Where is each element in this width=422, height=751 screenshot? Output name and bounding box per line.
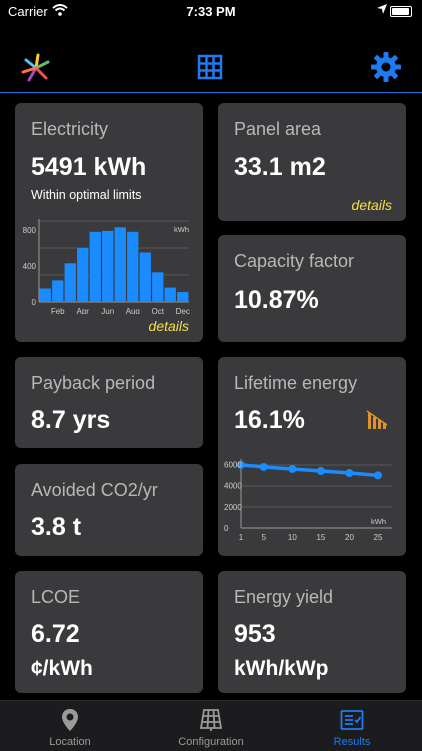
energy-yield-unit: kWh/kWp [234,657,329,680]
y-tick-label: 6000 [224,460,242,469]
grid-table-icon[interactable] [197,54,223,80]
lcoe-value: 6.72 [31,620,80,648]
energy-yield-value: 953 [234,620,276,648]
tab-configuration[interactable]: Configuration [141,701,281,751]
map-pin-icon [58,708,82,732]
lifetime-energy-value: 16.1% [234,406,305,434]
electricity-subtitle: Within optimal limits [31,188,142,202]
avoided-co2-title: Avoided CO2/yr [31,480,158,500]
x-tick-label: Aug [126,307,140,314]
energy-yield-card[interactable]: Energy yield 953 kWh/kWp [218,571,406,693]
data-point-25 [374,471,382,480]
tab-location-label: Location [49,736,91,748]
bar-aug [127,231,139,302]
avoided-co2-card[interactable]: Avoided CO2/yr 3.8 t [15,464,203,556]
x-tick-label: Dec [176,307,190,314]
lifetime-energy-line-chart: 02000400060001 5 10 15 20 25kWh [224,459,392,542]
payback-value: 8.7 yrs [31,406,111,434]
bar-oct [152,272,164,302]
capacity-factor-value: 10.87% [234,286,319,314]
bar-nov [164,287,176,302]
bar-dec [177,292,189,302]
y-tick-label: 4000 [224,482,242,491]
energy-yield-title: Energy yield [234,587,334,607]
tab-location[interactable]: Location [0,701,140,751]
y-tick-label: 800 [23,226,37,235]
avoided-co2-value: 3.8 t [31,513,82,541]
data-point-15 [316,466,325,475]
x-tick-label: Apr [77,307,90,314]
x-tick-label: Oct [152,307,165,314]
electricity-card[interactable]: Electricity 5491 kWh Within optimal limi… [15,103,203,342]
electricity-title: Electricity [31,119,109,139]
x-axis-unit-label: kWh [371,517,386,526]
tab-configuration-label: Configuration [178,736,244,748]
y-tick-label: 0 [224,524,229,533]
lcoe-unit: ¢/kWh [31,657,93,680]
lifetime-energy-card[interactable]: Lifetime energy 16.1% 0 2000 4000 6000 1 5 10 1… [218,357,406,556]
y-tick-label: 2000 [224,503,242,512]
sun-logo-icon[interactable] [20,52,52,84]
bar-may [89,231,101,302]
x-tick-label: 5 [262,533,267,542]
capacity-factor-card[interactable]: Capacity factor 10.87% [218,235,406,342]
x-tick-label: 10 [288,533,297,542]
bar-sep [139,252,151,302]
solar-panel-icon [199,708,223,732]
tab-bar: Location Configuration Results [0,700,422,751]
panel-area-details-link[interactable]: details [352,197,392,213]
nav-bar [0,44,422,93]
payback-card[interactable]: Payback period 8.7 yrs [15,357,203,448]
panel-area-value: 33.1 m2 [234,153,326,181]
data-point-20 [345,469,354,478]
panel-area-title: Panel area [234,119,322,139]
electricity-details-link[interactable]: details [149,318,189,334]
x-tick-label: 20 [345,533,354,542]
lifetime-energy-title: Lifetime energy [234,373,358,393]
electricity-value: 5491 kWh [31,153,147,181]
location-arrow-icon [376,3,388,18]
data-point-5 [259,462,268,471]
bar-mar [64,263,76,302]
capacity-factor-title: Capacity factor [234,251,355,271]
panel-area-card[interactable]: Panel area 33.1 m2 details [218,103,406,221]
results-list-icon [340,708,364,732]
x-tick-label: Feb [51,307,65,314]
y-axis-unit-label: kWh [174,225,189,234]
declining-bar-icon [366,409,388,431]
data-point-10 [288,464,297,473]
x-tick-label: Jun [101,307,114,314]
y-tick-label: 400 [23,262,37,271]
lcoe-card[interactable]: LCOE 6.72 ¢/kWh [15,571,203,693]
lcoe-title: LCOE [31,587,81,607]
clock: 7:33 PM [186,4,236,19]
bar-jul [114,227,126,302]
bar-feb [52,280,64,302]
x-tick-label: 15 [316,533,325,542]
gear-icon[interactable] [370,51,402,83]
tab-results-label: Results [333,736,371,748]
payback-title: Payback period [31,373,156,393]
status-bar: Carrier 7:33 PM [0,0,422,22]
bar-apr [77,248,89,302]
electricity-bar-chart: 0 400 800 Feb Apr Jun Aug Oct Dec kWh [23,219,190,314]
bar-jan [39,288,51,302]
x-tick-label: 25 [374,533,383,542]
tab-results[interactable]: Results [282,701,422,751]
y-tick-label: 0 [32,298,37,307]
bar-jun [102,230,114,302]
x-tick-label: 1 [239,533,244,542]
battery-icon [390,6,412,17]
